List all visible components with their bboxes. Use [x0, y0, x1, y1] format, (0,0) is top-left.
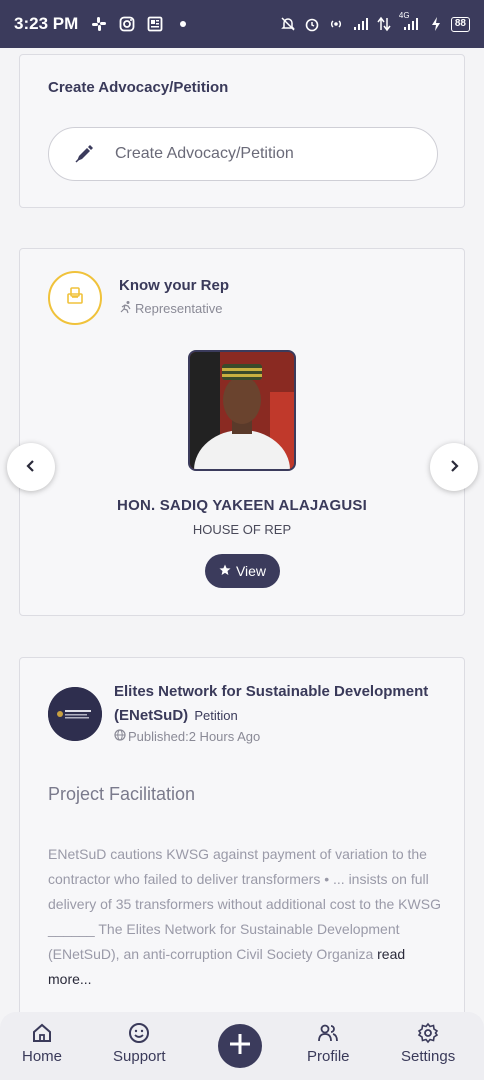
status-bar: 3:23 PM 4G 88 — [0, 0, 484, 48]
create-advocacy-card: Create Advocacy/Petition Create Advocacy… — [19, 54, 465, 208]
view-rep-label: View — [235, 563, 267, 579]
smiley-icon — [128, 1022, 150, 1044]
status-right-icons: 4G 88 — [279, 11, 470, 33]
users-icon — [317, 1022, 339, 1044]
rep-card-subtitle: Representative — [135, 301, 223, 316]
know-your-rep-card: Know your Rep Representative HON. SADIQ … — [19, 248, 465, 616]
create-advocacy-button[interactable]: Create Advocacy/Petition — [48, 127, 438, 181]
add-post-button[interactable] — [218, 1024, 262, 1068]
rep-card-title: Know your Rep — [119, 277, 230, 294]
data-arrows-icon — [375, 15, 393, 33]
nav-support-label: Support — [113, 1048, 166, 1065]
org-name[interactable]: Elites Network for Sustainable Developme… — [114, 683, 428, 724]
published-row: Published:2 Hours Ago — [114, 729, 260, 744]
post-body-text: ENetSuD cautions KWSG against payment of… — [48, 846, 441, 962]
runner-icon — [119, 300, 133, 317]
rep-office: HOUSE OF REP — [192, 522, 292, 537]
rep-card-subtitle-row: Representative — [119, 300, 222, 317]
chevron-left-icon — [25, 456, 37, 479]
nav-home[interactable]: Home — [22, 1022, 62, 1065]
news-icon — [146, 15, 164, 33]
create-card-title: Create Advocacy/Petition — [48, 79, 229, 96]
alarm-icon — [303, 15, 321, 33]
create-advocacy-label: Create Advocacy/Petition — [115, 145, 294, 162]
status-time: 3:23 PM — [14, 14, 79, 33]
slack-icon — [90, 15, 108, 33]
bottom-nav: Home Support Profile Settings — [0, 1012, 484, 1080]
chevron-right-icon — [448, 456, 460, 479]
network-type: 4G — [398, 11, 410, 20]
published-time: Published:2 Hours Ago — [128, 729, 261, 744]
post-body: ENetSuD cautions KWSG against payment of… — [48, 842, 448, 992]
plus-icon — [228, 1032, 252, 1061]
pen-icon — [73, 143, 95, 165]
star-icon — [219, 563, 231, 579]
nav-settings-label: Settings — [401, 1048, 456, 1065]
post-card: Elites Network for Sustainable Developme… — [19, 657, 465, 1017]
home-icon — [31, 1022, 53, 1044]
view-rep-button[interactable]: View — [205, 554, 280, 588]
nav-home-label: Home — [22, 1048, 63, 1065]
carousel-next-button[interactable] — [430, 443, 478, 491]
gear-icon — [417, 1022, 439, 1044]
battery-level: 88 — [450, 16, 470, 32]
org-name-block: Elites Network for Sustainable Developme… — [114, 680, 444, 728]
mute-icon — [279, 15, 297, 33]
charging-icon — [427, 15, 445, 33]
signal-4g-icon: 4G — [399, 11, 421, 33]
rep-name: HON. SADIQ YAKEEN ALAJAGUSI — [117, 497, 367, 514]
globe-icon — [114, 729, 126, 744]
org-logo[interactable] — [48, 687, 102, 741]
rep-badge — [48, 271, 102, 325]
post-title[interactable]: Project Facilitation — [48, 784, 195, 805]
ballot-icon — [63, 284, 87, 313]
rep-photo — [188, 350, 296, 471]
nav-settings[interactable]: Settings — [401, 1022, 455, 1065]
status-left-icons — [90, 15, 192, 33]
dot-icon — [174, 15, 192, 33]
nav-profile-label: Profile — [307, 1048, 350, 1065]
signal-icon — [351, 15, 369, 33]
hotspot-icon — [327, 15, 345, 33]
nav-support[interactable]: Support — [113, 1022, 166, 1065]
nav-profile[interactable]: Profile — [307, 1022, 350, 1065]
carousel-prev-button[interactable] — [7, 443, 55, 491]
instagram-icon — [118, 15, 136, 33]
post-type-tag: Petition — [194, 708, 238, 723]
